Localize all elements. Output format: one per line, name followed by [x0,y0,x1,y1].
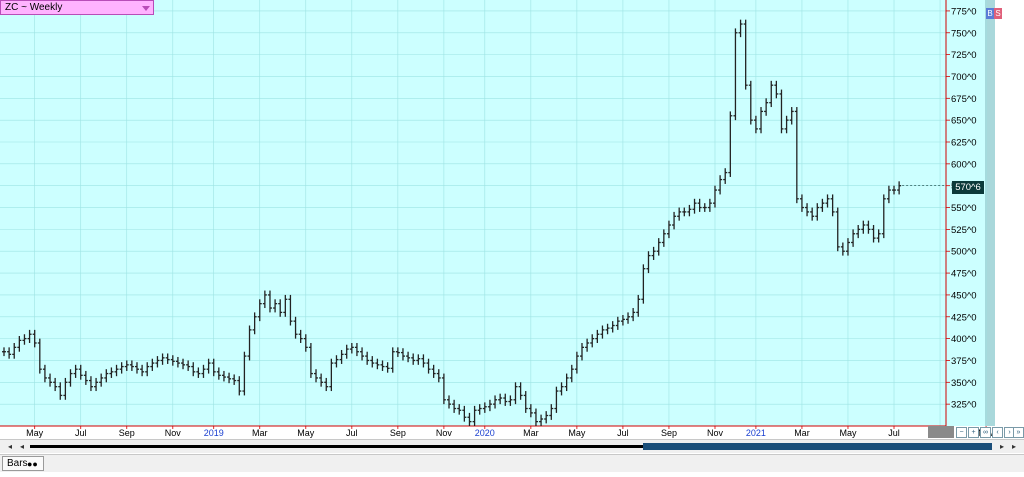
x-tick-label: Jul [617,428,629,438]
y-tick-label: 675^0 [951,94,977,105]
x-tick-label: Sep [390,428,406,438]
x-tick-label: Nov [165,428,182,438]
scroll-start-icon[interactable]: ◂ [4,442,16,452]
scroll-forward-icon[interactable]: ▸ [996,442,1008,452]
zoom-out-icon[interactable]: − [956,427,967,438]
x-tick-label: May [297,428,315,438]
y-tick-label: 600^0 [951,159,977,170]
y-tick-label: 350^0 [951,378,977,389]
x-tick-label: Mar [523,428,539,438]
x-tick-label: 2021 [746,428,766,438]
chevron-down-icon [142,6,150,11]
price-chart[interactable]: 325^0 350^0 375^0 400^0 425^0 450^0 475^0 500^0… [0,0,1024,472]
tab-bars-label: Bars [7,458,28,469]
y-tick-label: 400^0 [951,334,977,345]
zoom-in-icon[interactable]: + [968,427,979,438]
y-tick-label: 375^0 [951,356,977,367]
y-tick-label: 475^0 [951,269,977,280]
x-tick-label: Nov [436,428,453,438]
y-tick-label: 775^0 [951,6,977,17]
y-tick-label: 625^0 [951,138,977,149]
x-tick-label: 2020 [475,428,495,438]
right-margin-strip [985,0,995,426]
chart-window: 325^0 350^0 375^0 400^0 425^0 450^0 475^0 500^0… [0,0,1024,472]
x-tick-label: Sep [119,428,135,438]
y-tick-label: 650^0 [951,116,977,127]
y-tick-label: 525^0 [951,225,977,236]
x-tick-label: Jul [346,428,358,438]
y-tick-label: 425^0 [951,312,977,323]
tab-bars[interactable]: Bars ●● [2,456,44,471]
scroll-thumb[interactable] [643,443,992,450]
y-tick-label: 325^0 [951,400,977,411]
symbol-label: ZC ~ Weekly [5,2,63,13]
x-tick-label: May [568,428,586,438]
reset-view-icon[interactable]: » [1013,427,1024,438]
y-tick-label: 700^0 [951,72,977,83]
link-icon[interactable]: ∞ [980,427,991,438]
x-tick-label: Nov [707,428,724,438]
sell-badge[interactable]: S [994,8,1002,19]
buy-badge[interactable]: B [986,8,994,19]
x-axis-cursor-box [928,426,954,438]
y-tick-label: 550^0 [951,203,977,214]
x-tick-label: May [26,428,44,438]
x-tick-label: May [839,428,857,438]
scroll-end-icon[interactable]: ▸ [1008,442,1020,452]
horizontal-scrollbar[interactable]: ◂ ◂ ▸ ▸ [0,439,1024,453]
x-tick-label: Jul [888,428,900,438]
scroll-back-icon[interactable]: ◂ [16,442,28,452]
binoculars-icon: ●● [27,459,38,469]
x-tick-label: Mar [794,428,810,438]
status-bar: Bars ●● [0,454,1024,472]
symbol-dropdown[interactable]: ZC ~ Weekly [0,0,154,15]
x-tick-label: Sep [661,428,677,438]
y-tick-label: 725^0 [951,50,977,61]
x-tick-label: Jul [75,428,87,438]
last-price-tag: 570^6 [952,181,984,194]
x-tick-label: 2019 [204,428,224,438]
scroll-left-icon[interactable]: ‹ [992,427,1003,438]
x-tick-label: Mar [252,428,268,438]
y-tick-label: 750^0 [951,28,977,39]
y-tick-label: 450^0 [951,290,977,301]
y-tick-label: 500^0 [951,247,977,258]
